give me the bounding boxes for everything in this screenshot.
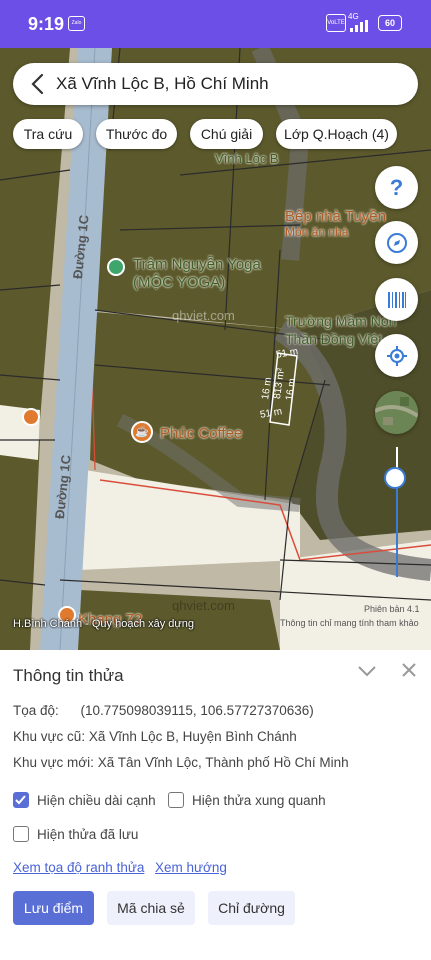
zoom-slider-fill [396,480,398,577]
close-icon[interactable] [401,662,417,678]
poi-school-name[interactable]: Trường Mầm Non [285,313,396,329]
status-time: 9:19 [28,14,65,34]
map-disclaimer: Thông tin chỉ mang tính tham khảo [280,618,419,628]
parcel-info-panel: Thông tin thửa Tọa độ: (10.775098039115,… [0,650,431,960]
new-area-value: Xã Tân Vĩnh Lộc, Thành phố Hồ Chí Minh [97,755,349,770]
help-button[interactable]: ? [375,166,418,209]
view-boundary-coords-link[interactable]: Xem tọa độ ranh thửa [13,860,144,875]
poi-yoga-subname[interactable]: (MỘC YOGA) [133,274,225,291]
coord-value[interactable]: (10.775098039115, 106.57727370636) [81,703,314,718]
poi-left-icon[interactable] [22,408,40,426]
poi-coffee-name[interactable]: Phúc Coffee [160,425,242,442]
locate-me-button[interactable] [375,334,418,377]
location-title[interactable]: Xã Vĩnh Lộc B, Hồ Chí Minh [56,74,269,94]
map-watermark-bottom: qhviet.com [172,598,235,613]
poi-coffee-icon[interactable]: ☕ [131,421,153,443]
view-direction-link[interactable]: Xem hướng [155,860,227,875]
signal-icon [350,20,368,32]
battery-icon: 60 [378,15,402,31]
save-point-button[interactable]: Lưu điểm [13,891,94,925]
show-neighbors-checkbox[interactable]: Hiện thửa xung quanh [168,792,326,809]
map-source-label: H.Bình Chánh - Quy hoạch xây dựng [13,618,195,630]
compass-button[interactable] [375,221,418,264]
old-area-label: Khu vực cũ: [13,729,86,744]
poi-school-sub: Thần Đồng Việt [285,331,383,347]
old-area-value: Xã Vĩnh Lộc B, Huyện Bình Chánh [88,729,297,744]
chevron-down-icon[interactable] [357,664,377,678]
map-version: Phiên bản 4.1 [364,604,420,614]
show-saved-label: Hiện thửa đã lưu [37,826,139,842]
checkbox-unchecked-icon[interactable] [168,792,184,809]
zoom-slider-thumb[interactable] [384,467,406,489]
satellite-layer-button[interactable] [375,391,418,434]
new-area-row: Khu vực mới: Xã Tân Vĩnh Lộc, Thành phố … [13,755,349,770]
chip-planning-layers[interactable]: Lớp Q.Hoạch (4) [276,119,397,149]
poi-yoga-name[interactable]: Trâm Nguyễn Yoga [133,256,261,273]
search-bar[interactable]: Xã Vĩnh Lộc B, Hồ Chí Minh [13,63,418,105]
checkbox-unchecked-icon[interactable] [13,826,29,843]
chip-lookup[interactable]: Tra cứu [13,119,83,149]
directions-button[interactable]: Chỉ đường [208,891,295,925]
volte-icon: VoLTE [326,14,346,32]
compass-icon [386,232,407,253]
chip-ruler[interactable]: Thước đo [96,119,177,149]
coord-row: Tọa độ: (10.775098039115, 106.5772737063… [13,703,314,718]
chip-legend[interactable]: Chú giải [190,119,263,149]
show-neighbors-label: Hiện thửa xung quanh [192,792,326,808]
new-area-label: Khu vực mới: [13,755,94,770]
share-code-button[interactable]: Mã chia sẻ [107,891,195,925]
zalo-notification-icon: Zalo [68,16,85,31]
poi-yoga-icon[interactable] [107,258,125,276]
old-area-row: Khu vực cũ: Xã Vĩnh Lộc B, Huyện Bình Ch… [13,729,297,744]
crosshair-icon [386,345,407,366]
show-saved-checkbox[interactable]: Hiện thửa đã lưu [13,826,139,843]
question-icon: ? [389,174,404,200]
coord-label: Tọa độ: [13,703,59,718]
back-arrow-icon[interactable] [27,72,51,96]
checkbox-checked-icon[interactable] [13,792,29,809]
barcode-button[interactable] [375,278,418,321]
show-edge-length-checkbox[interactable]: Hiện chiều dài cạnh [13,792,156,809]
map-watermark: qhviet.com [172,308,235,323]
barcode-icon [387,291,406,308]
poi-bep-name[interactable]: Bếp nhà Tuyền [285,208,386,225]
satellite-thumbnail-icon [375,391,418,434]
show-edge-length-label: Hiện chiều dài cạnh [37,792,156,808]
poi-bep-sub: Món ăn nhà [285,225,349,239]
poi-vinhlocb-label: Vĩnh Lộc B [215,151,279,166]
status-bar: 9:19 Zalo VoLTE 4G 60 [0,0,431,48]
panel-title: Thông tin thửa [13,666,124,685]
